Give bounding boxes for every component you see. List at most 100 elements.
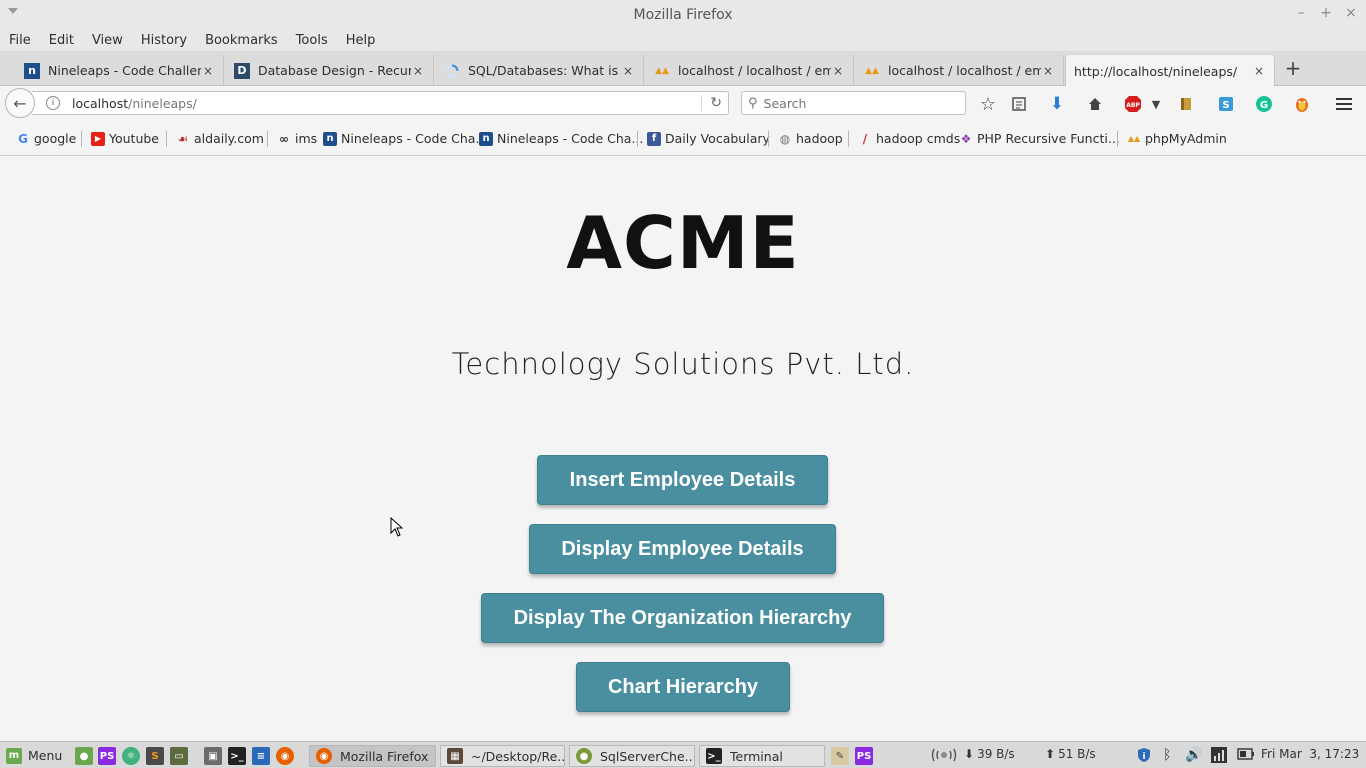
site-info-icon[interactable]: i (46, 96, 60, 110)
tab-nineleaps[interactable]: n Nineleaps - Code Challen... × (16, 55, 224, 86)
grammarly-icon[interactable]: G (1254, 94, 1274, 114)
tab-localhost-nineleaps[interactable]: http://localhost/nineleaps/ × (1065, 55, 1275, 87)
download-icon[interactable]: ⬇ (1047, 94, 1067, 114)
bookmark-nineleaps-2[interactable]: n Nineleaps - Code Cha... (479, 131, 643, 146)
launcher-sublime-icon[interactable]: S (146, 747, 164, 765)
navigation-toolbar: i localhost/nineleaps/ ↻ ← ⚲ ☆ ⬇ ABP ▼ S… (0, 86, 1366, 122)
start-menu-button[interactable]: m Menu (6, 745, 62, 766)
home-icon[interactable] (1085, 94, 1105, 114)
tab-phpmyadmin-2[interactable]: ▲▲ localhost / localhost / em... × (856, 55, 1064, 86)
bookmark-youtube[interactable]: ▶ Youtube (91, 131, 159, 146)
menu-history[interactable]: History (141, 33, 187, 48)
firebug-icon[interactable] (1292, 94, 1312, 114)
volume-icon[interactable]: 🔊 (1185, 747, 1202, 763)
bookmark-ims[interactable]: ∞ ims (277, 131, 317, 146)
chart-hierarchy-button[interactable]: Chart Hierarchy (576, 662, 790, 712)
maximize-button[interactable]: + (1317, 5, 1335, 21)
window-menu-icon[interactable] (8, 8, 18, 14)
bookmark-phpmyadmin[interactable]: ▲▲ phpMyAdmin (1127, 131, 1227, 146)
phpmyadmin-icon: ▲▲ (1127, 134, 1141, 143)
loading-icon (444, 63, 460, 79)
url-host: localhost (72, 95, 129, 111)
notes-icon[interactable]: ✎ (831, 747, 849, 765)
new-tab-button[interactable]: + (1284, 58, 1302, 78)
down-arrow-icon: ⬇ (964, 747, 975, 761)
firefox-icon: ◉ (316, 748, 332, 764)
launcher-phpstorm-icon[interactable]: PS (98, 747, 116, 765)
bookmark-label: Youtube (109, 131, 159, 146)
bookmark-aldaily[interactable]: ☙ aldaily.com (176, 131, 264, 146)
taskbar-window-sql[interactable]: ● SqlServerChe... (569, 745, 695, 767)
bookmark-star-icon[interactable]: ☆ (978, 94, 998, 115)
menu-file[interactable]: File (9, 33, 31, 48)
menu-help[interactable]: Help (346, 33, 376, 48)
tab-close-icon[interactable]: × (621, 64, 635, 78)
phpstorm-icon[interactable]: PS (855, 747, 873, 765)
dropdown-icon[interactable]: ▼ (1146, 94, 1166, 114)
search-bar[interactable]: ⚲ (741, 91, 966, 115)
menu-tools[interactable]: Tools (296, 33, 328, 48)
show-desktop-icon[interactable]: ▣ (204, 747, 222, 765)
s-extension-icon[interactable]: S (1216, 94, 1236, 114)
taskbar-window-terminal[interactable]: >_ Terminal (699, 745, 825, 767)
reload-icon[interactable]: ↻ (701, 95, 722, 111)
tab-label: Database Design - Recur... (258, 63, 411, 78)
tab-close-icon[interactable]: × (1252, 64, 1266, 78)
battery-icon[interactable] (1237, 747, 1255, 761)
bookmark-label: phpMyAdmin (1145, 131, 1227, 146)
launcher-android-icon[interactable]: ● (75, 747, 93, 765)
reading-list-icon[interactable] (1009, 94, 1029, 114)
bookmark-label: hadoop cmds (876, 131, 961, 146)
url-bar[interactable]: i localhost/nineleaps/ ↻ (32, 91, 729, 115)
tab-phpmyadmin-1[interactable]: ▲▲ localhost / localhost / em... × (646, 55, 854, 86)
tab-close-icon[interactable]: × (1041, 64, 1055, 78)
youtube-icon: ▶ (91, 131, 105, 146)
tab-label: SQL/Databases: What is ... (468, 63, 621, 78)
bookmark-separator (768, 131, 769, 147)
insert-employee-details-button[interactable]: Insert Employee Details (537, 455, 828, 505)
taskbar-window-editor[interactable]: ▦ ~/Desktop/Re... (440, 745, 565, 767)
clock[interactable]: Fri Mar 3, 17:23 (1261, 747, 1359, 761)
bookmark-hadoop[interactable]: ◍ hadoop (778, 131, 843, 146)
tab-database-design[interactable]: D Database Design - Recur... × (226, 55, 434, 86)
bookmark-nineleaps-1[interactable]: n Nineleaps - Code Cha... (323, 131, 487, 146)
launcher-document-icon[interactable]: ≡ (252, 747, 270, 765)
bookmark-daily-vocabulary[interactable]: f Daily Vocabulary (647, 131, 770, 146)
display-employee-details-button[interactable]: Display Employee Details (529, 524, 836, 574)
puzzle-icon: ❖ (960, 131, 972, 146)
back-button[interactable]: ← (5, 88, 35, 118)
bookmark-hadoop-cmds[interactable]: / hadoop cmds (858, 131, 960, 146)
adblock-icon[interactable]: ABP (1123, 94, 1143, 114)
text-editor-icon: ▦ (447, 748, 463, 764)
tab-close-icon[interactable]: × (831, 64, 845, 78)
company-tagline: Technology Solutions Pvt. Ltd. (451, 347, 915, 381)
launcher-files-icon[interactable]: ▭ (170, 747, 188, 765)
network-activity-icon[interactable] (931, 747, 961, 763)
bookmark-label: Daily Vocabulary (665, 131, 770, 146)
svg-text:i: i (1142, 752, 1145, 762)
tab-sql-databases[interactable]: SQL/Databases: What is ... × (436, 55, 644, 86)
shield-info-icon[interactable]: i (1136, 747, 1152, 763)
svg-text:G: G (1260, 100, 1268, 111)
taskbar-window-firefox[interactable]: ◉ Mozilla Firefox (309, 745, 436, 767)
bookmark-php-recursive[interactable]: ❖ PHP Recursive Functi... (959, 131, 1120, 146)
bluetooth-icon[interactable]: ᛒ (1163, 747, 1171, 763)
menu-edit[interactable]: Edit (49, 33, 74, 48)
bookmark-google[interactable]: G google (16, 131, 76, 146)
tab-close-icon[interactable]: × (411, 64, 425, 78)
hamburger-menu-icon[interactable] (1334, 94, 1354, 114)
menu-bookmarks[interactable]: Bookmarks (205, 33, 278, 48)
display-organization-hierarchy-button[interactable]: Display The Organization Hierarchy (481, 593, 884, 643)
menu-view[interactable]: View (92, 33, 123, 48)
tab-close-icon[interactable]: × (201, 64, 215, 78)
wallet-icon[interactable] (1176, 94, 1196, 114)
system-monitor-icon[interactable] (1211, 747, 1227, 763)
close-window-button[interactable]: × (1342, 5, 1360, 21)
minimize-button[interactable]: – (1292, 5, 1310, 21)
bookmark-label: google (34, 131, 77, 146)
search-input[interactable] (763, 95, 944, 111)
launcher-atom-icon[interactable]: ⚛ (122, 747, 140, 765)
launcher-terminal-icon[interactable]: >_ (228, 747, 246, 765)
launcher-firefox-icon[interactable]: ◉ (276, 747, 294, 765)
bookmark-label: Nineleaps - Code Cha... (341, 131, 488, 146)
